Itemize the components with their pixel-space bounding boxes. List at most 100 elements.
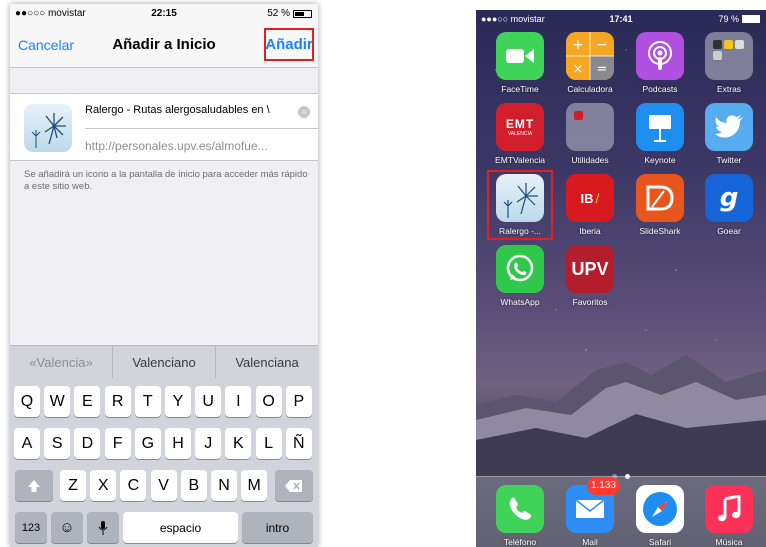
key-l[interactable]: L — [255, 428, 282, 459]
key-e[interactable]: E — [74, 386, 101, 417]
emt-logo-text: EMT — [505, 117, 535, 131]
app-facetime[interactable]: FaceTime — [489, 32, 551, 104]
key-g[interactable]: G — [134, 428, 161, 459]
app-label: SlideShark — [639, 226, 681, 236]
autocorrect-bar: «Valencia» Valenciano Valenciana — [10, 345, 318, 378]
calculator-icon: + − × = — [566, 32, 614, 80]
svg-text:×: × — [573, 62, 584, 77]
key-d[interactable]: D — [74, 428, 101, 459]
key-v[interactable]: V — [150, 470, 177, 501]
svg-text:−: − — [596, 37, 608, 53]
key-z[interactable]: Z — [60, 470, 86, 501]
key-n[interactable]: N — [211, 470, 237, 501]
shift-key[interactable] — [15, 470, 53, 501]
space-key[interactable]: espacio — [123, 512, 238, 543]
microphone-icon — [98, 520, 108, 535]
app-telefono[interactable]: Teléfono — [489, 485, 551, 547]
key-t[interactable]: T — [134, 386, 161, 417]
key-x[interactable]: X — [90, 470, 117, 501]
upv-logo-text: UPV — [571, 258, 609, 279]
clear-text-icon[interactable]: × — [298, 106, 310, 118]
key-h[interactable]: H — [165, 428, 191, 459]
help-text: Se añadirá un icono a la pantalla de ini… — [24, 169, 308, 192]
numbers-key[interactable]: 123 — [15, 512, 47, 543]
app-mail[interactable]: 1.133 Mail — [559, 477, 621, 547]
site-name-field[interactable]: Ralergo - Rutas alergosaludables en \ — [85, 104, 295, 116]
folder-icon — [705, 32, 753, 80]
app-emtvalencia[interactable]: EMT VALENCIA EMTValencia — [489, 103, 551, 175]
folder-utilidades[interactable]: Utilidades — [559, 103, 621, 175]
key-r[interactable]: R — [104, 386, 131, 417]
key-y[interactable]: Y — [165, 386, 191, 417]
app-label: Teléfono — [503, 537, 537, 547]
key-p[interactable]: P — [285, 386, 312, 417]
key-b[interactable]: B — [180, 470, 207, 501]
podcasts-icon — [636, 32, 684, 80]
facetime-icon — [496, 32, 544, 80]
return-key[interactable]: intro — [242, 512, 313, 543]
app-calculadora[interactable]: + − × = Calculadora — [559, 32, 621, 104]
app-favoritos-upv[interactable]: UPV Favoritos — [559, 245, 621, 317]
delete-key[interactable] — [275, 470, 313, 501]
iberia-wing-icon: / — [595, 190, 600, 206]
key-c[interactable]: C — [120, 470, 147, 501]
app-safari[interactable]: Safari — [629, 485, 691, 547]
phone-icon — [496, 485, 544, 533]
key-q[interactable]: Q — [14, 386, 40, 417]
divider — [85, 128, 318, 129]
folder-extras[interactable]: Extras — [698, 32, 760, 104]
ralergo-site-icon — [24, 104, 72, 152]
key-a[interactable]: A — [14, 428, 40, 459]
goear-logo-text: g — [719, 183, 739, 213]
iberia-icon: IB / — [566, 174, 614, 222]
app-slideshark[interactable]: SlideShark — [629, 174, 691, 246]
key-i[interactable]: I — [225, 386, 252, 417]
add-button[interactable]: Añadir — [264, 28, 314, 61]
safari-compass-icon — [636, 485, 684, 533]
cancel-button[interactable]: Cancelar — [18, 37, 74, 53]
mail-icon: 1.133 — [566, 477, 620, 533]
suggestion-1[interactable]: «Valencia» — [10, 346, 113, 378]
home-screen: ●●●○○ movistar 17:41 79 % FaceTime + − × = … — [476, 10, 766, 547]
ralergo-site-icon — [496, 174, 544, 222]
iberia-logo-text: IB — [580, 190, 594, 206]
keyboard: QWERTYUIOP ASDFGHJKLÑ ZXCVBNM 123 ☺ espa… — [10, 378, 318, 547]
app-podcasts[interactable]: Podcasts — [629, 32, 691, 104]
app-keynote[interactable]: Keynote — [629, 103, 691, 175]
app-musica[interactable]: Música — [698, 485, 760, 547]
svg-text:+: + — [572, 37, 584, 53]
suggestion-2[interactable]: Valenciano — [113, 346, 216, 378]
key-s[interactable]: S — [44, 428, 71, 459]
battery-status: 52 % — [267, 8, 312, 19]
emt-logo-subtext: VALENCIA — [507, 131, 533, 137]
key-m[interactable]: M — [241, 470, 268, 501]
svg-text:=: = — [597, 62, 608, 77]
app-label: Podcasts — [642, 84, 678, 94]
emoji-key[interactable]: ☺ — [51, 512, 83, 543]
app-ralergo[interactable]: Ralergo -... — [489, 174, 551, 246]
key-o[interactable]: O — [255, 386, 282, 417]
app-twitter[interactable]: Twitter — [698, 103, 760, 175]
app-goear[interactable]: g Goear — [698, 174, 760, 246]
suggestion-3[interactable]: Valenciana — [216, 346, 318, 378]
app-label: Favoritos — [572, 297, 608, 307]
app-label: Ralergo -... — [498, 226, 542, 236]
battery-percent: 79 % — [718, 14, 739, 24]
key-k[interactable]: K — [225, 428, 252, 459]
status-bar: ●●●○○ movistar 17:41 79 % — [476, 10, 766, 28]
key-f[interactable]: F — [104, 428, 131, 459]
battery-icon — [742, 15, 760, 23]
unread-badge: 1.133 — [586, 477, 620, 495]
navigation-bar: Cancelar Añadir a Inicio Añadir — [10, 24, 318, 68]
upv-icon: UPV — [566, 245, 614, 293]
battery-percent: 52 % — [267, 8, 290, 19]
key-ñ[interactable]: Ñ — [285, 428, 312, 459]
key-w[interactable]: W — [44, 386, 71, 417]
app-iberia[interactable]: IB / Iberia — [559, 174, 621, 246]
dictation-key[interactable] — [87, 512, 119, 543]
key-u[interactable]: U — [195, 386, 222, 417]
app-label: Extras — [716, 84, 742, 94]
slideshark-icon — [636, 174, 684, 222]
key-j[interactable]: J — [195, 428, 222, 459]
app-whatsapp[interactable]: WhatsApp — [489, 245, 551, 317]
